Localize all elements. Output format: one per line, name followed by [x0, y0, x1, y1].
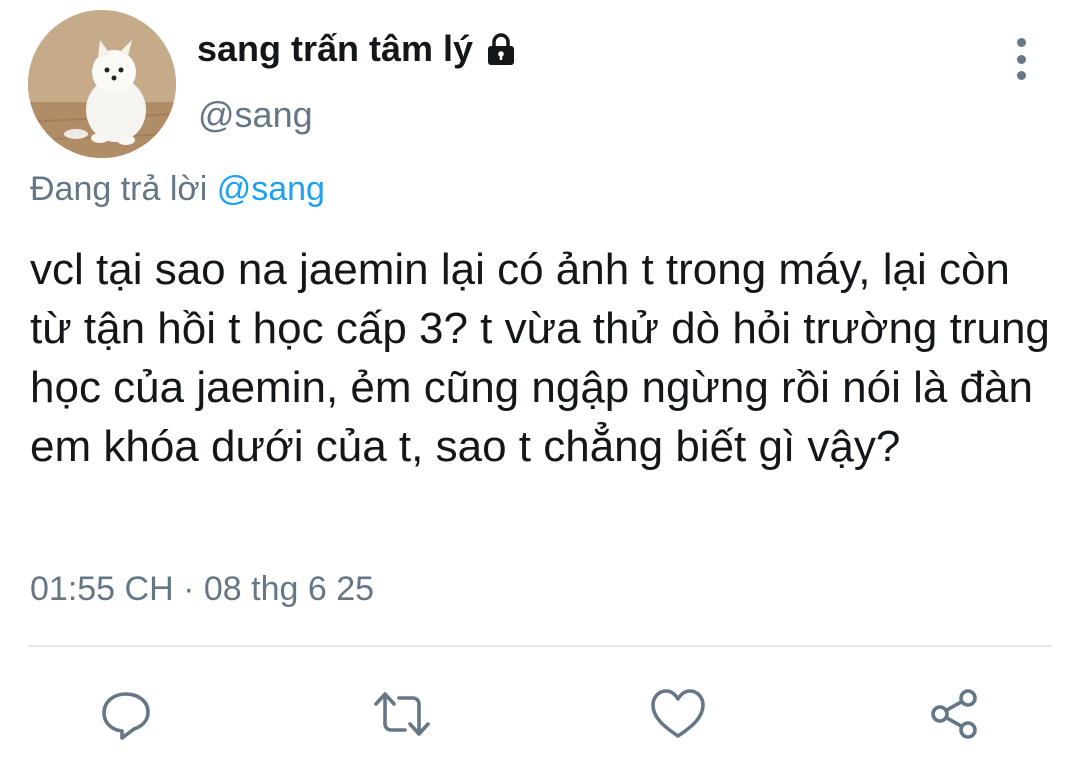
more-dot: [1016, 54, 1026, 64]
replying-to-label: Đang trả lời: [30, 170, 208, 208]
tweet-timestamp: 01:55 CH · 08 thg 6 25: [30, 570, 374, 609]
display-name-row: sang trấn tâm lý: [197, 28, 519, 70]
like-button[interactable]: [646, 682, 710, 746]
avatar[interactable]: [28, 10, 176, 158]
share-button[interactable]: [922, 682, 986, 746]
tweet-date: 08 thg 6 25: [203, 570, 375, 608]
lock-icon: [483, 31, 519, 67]
tweet-text: vcl tại sao na jaemin lại có ảnh t trong…: [30, 245, 1050, 471]
like-icon: [651, 689, 705, 738]
retweet-icon: [374, 692, 430, 736]
timestamp-separator: ·: [183, 570, 195, 608]
share-icon: [931, 689, 977, 739]
divider: [28, 645, 1052, 647]
more-dot: [1016, 71, 1026, 80]
display-name[interactable]: sang trấn tâm lý: [197, 28, 473, 70]
replying-to-mention[interactable]: @sang: [217, 170, 325, 208]
replying-to: Đang trả lời @sang: [30, 170, 325, 209]
avatar-image: [28, 10, 176, 158]
more-vertical-icon[interactable]: [1004, 38, 1038, 80]
reply-icon: [102, 692, 150, 740]
more-dot: [1016, 38, 1026, 47]
user-handle[interactable]: @sang: [198, 94, 313, 136]
reply-button[interactable]: [94, 682, 158, 746]
retweet-button[interactable]: [370, 682, 434, 746]
tweet-time: 01:55 CH: [30, 570, 174, 608]
action-bar: [0, 682, 1080, 746]
